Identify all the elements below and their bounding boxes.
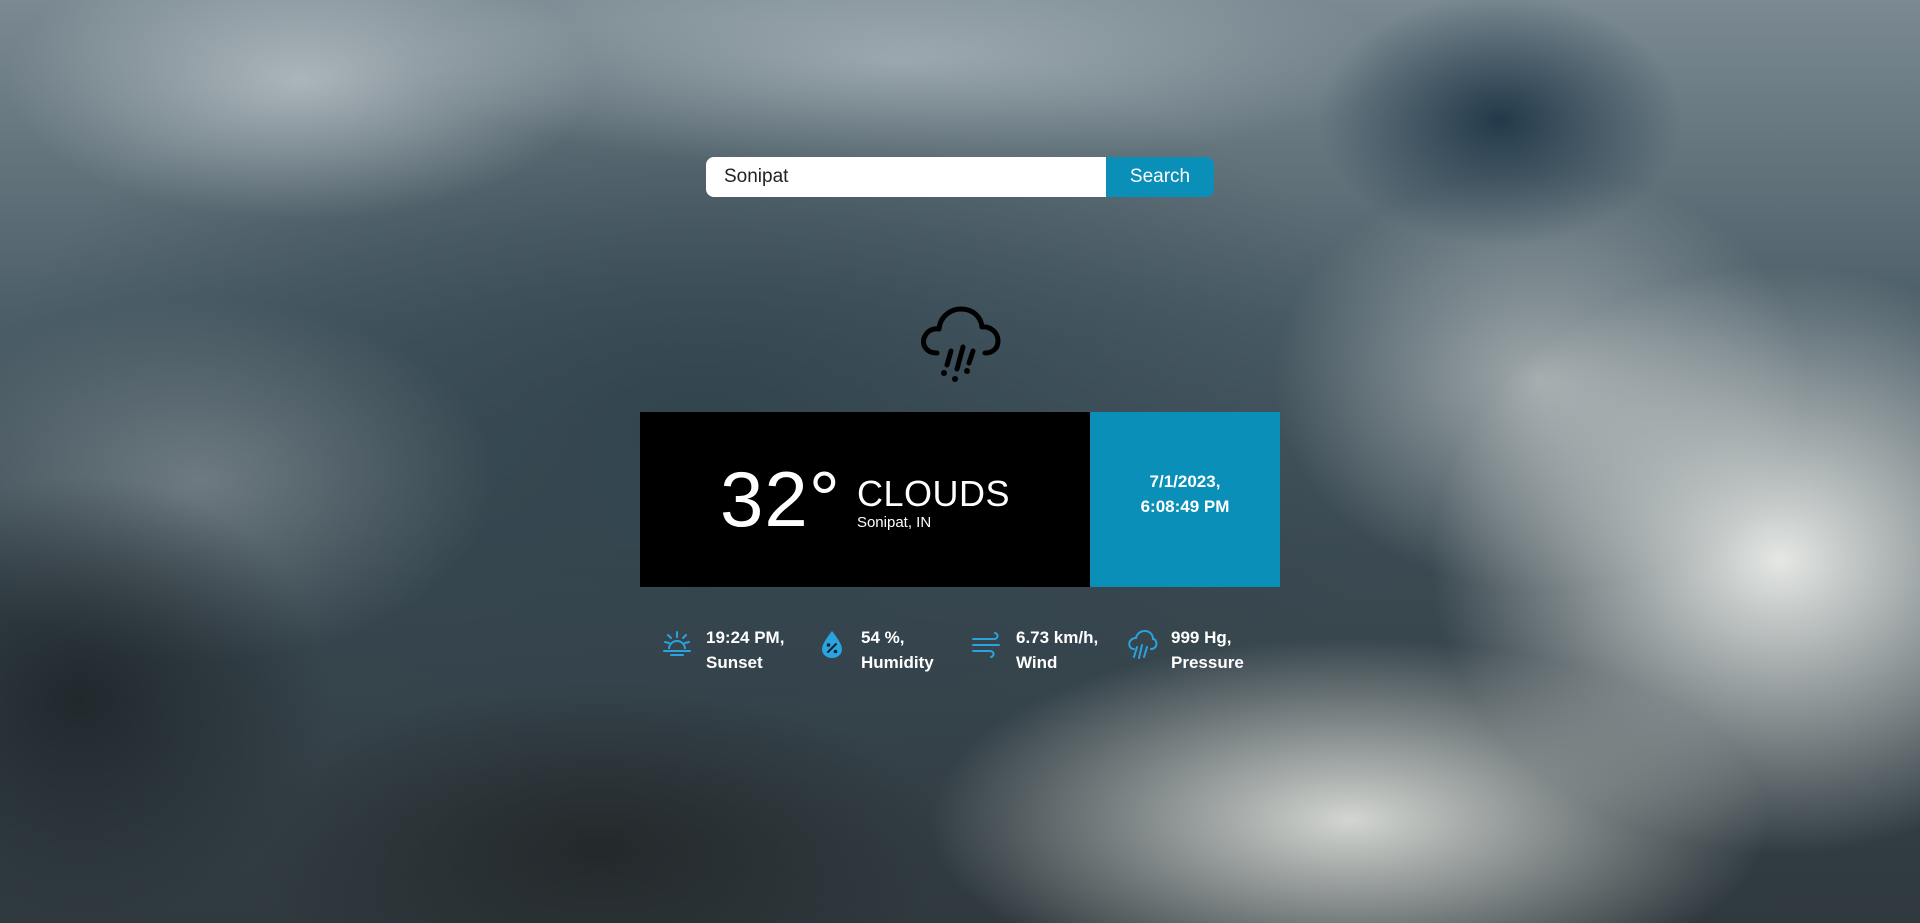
wind-icon [972, 632, 1000, 658]
datetime-panel: 7/1/2023, 6:08:49 PM [1090, 412, 1280, 587]
stat-sunset: 19:24 PM, Sunset [660, 625, 815, 675]
wind-label: Wind [1016, 653, 1058, 672]
weather-card: 32° CLOUDS Sonipat, IN 7/1/2023, 6:08:49… [640, 412, 1280, 587]
search-bar: Search [706, 157, 1214, 197]
search-button[interactable]: Search [1106, 157, 1214, 197]
sunset-icon [663, 631, 691, 656]
current-weather-panel: 32° CLOUDS Sonipat, IN [640, 412, 1090, 587]
humidity-label: Humidity [861, 653, 934, 672]
date-label: 7/1/2023, [1149, 471, 1221, 491]
stat-humidity: 54 %, Humidity [815, 625, 970, 675]
humidity-icon [822, 631, 842, 658]
time-label: 6:08:49 PM [1140, 496, 1230, 516]
weather-stats: 19:24 PM, Sunset 54 %, Humidity 6.73 km/… [660, 625, 1280, 675]
humidity-value: 54 %, [861, 628, 905, 647]
pressure-icon [1128, 629, 1158, 659]
temperature: 32° [720, 455, 841, 543]
weather-condition: CLOUDS [856, 472, 1010, 514]
condition-block: CLOUDS Sonipat, IN [856, 472, 1010, 533]
sunset-value: 19:24 PM, [706, 628, 785, 647]
search-input[interactable] [706, 157, 1106, 197]
pressure-value: 999 Hg, [1171, 628, 1232, 647]
rain-cloud-icon [921, 306, 1001, 382]
stat-wind: 6.73 km/h, Wind [970, 625, 1125, 675]
sunset-label: Sunset [706, 653, 763, 672]
stat-pressure: 999 Hg, Pressure [1125, 625, 1280, 675]
background-scene: Search 32° CLOUDS Sonipat, IN 7/1/2023, … [0, 0, 1920, 923]
pressure-label: Pressure [1171, 653, 1244, 672]
location-label: Sonipat, IN [856, 513, 932, 531]
wind-value: 6.73 km/h, [1016, 628, 1099, 647]
